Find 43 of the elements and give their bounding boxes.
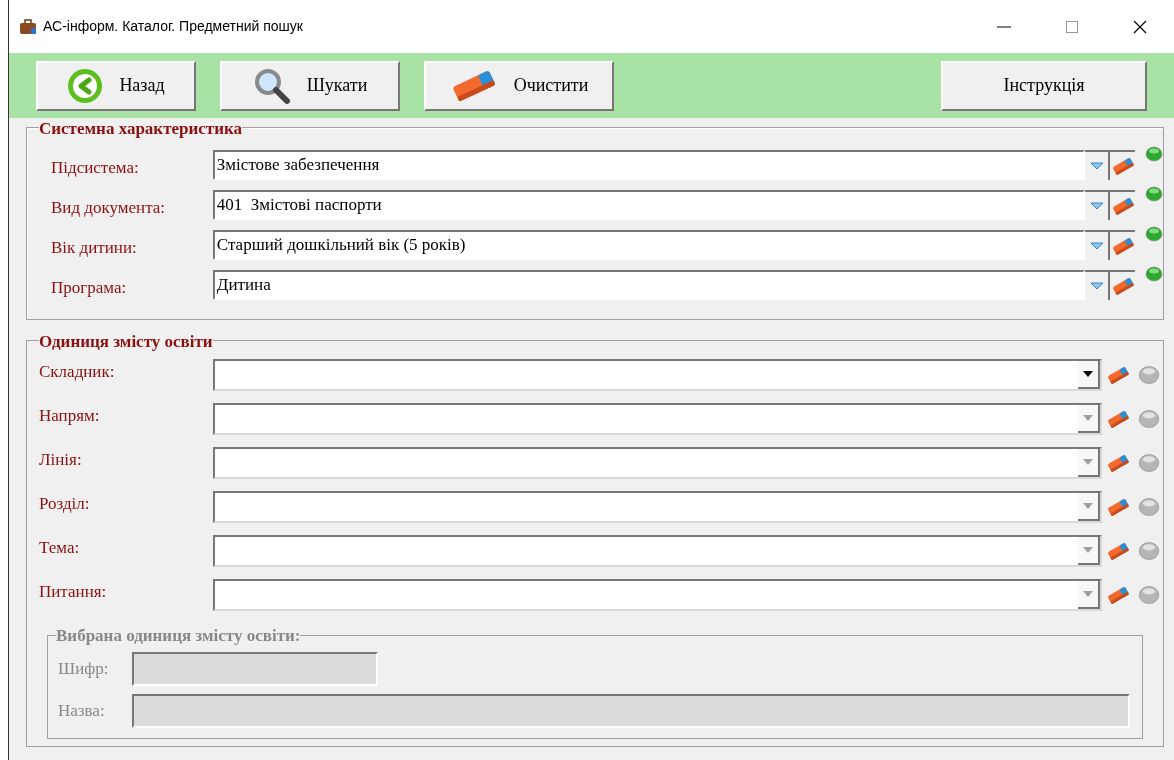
field-label: Лінія: [39, 449, 83, 471]
combo-box[interactable] [213, 403, 1102, 435]
toolbar-button[interactable]: Назад [36, 60, 196, 111]
caret-icon [1089, 202, 1104, 210]
field-label: Назва: [58, 700, 106, 723]
combo-box[interactable] [213, 447, 1102, 479]
dropdown-button[interactable] [1078, 361, 1100, 389]
combo-box[interactable]: Змістове забезпечення [212, 150, 1086, 180]
minimize-icon[interactable] [997, 25, 1011, 28]
caret-icon [1089, 282, 1104, 290]
caret-icon [1089, 242, 1104, 250]
caret-icon [1089, 162, 1104, 170]
section-title: Вибрана одиниця змісту освіти: [56, 626, 301, 646]
field-label: Складник: [39, 361, 116, 383]
combo-box[interactable] [213, 535, 1102, 567]
field-label: Напрям: [39, 405, 101, 427]
field-label: Підсистема: [51, 157, 140, 179]
combo-value: Старший дошкільний вік (5 років) [215, 234, 466, 257]
combo-box[interactable]: 401 Змістові паспорти [212, 190, 1086, 220]
field-label: Програма: [51, 277, 128, 299]
search-icon [252, 66, 291, 105]
maximize-icon[interactable] [1066, 20, 1078, 33]
field-label: Питання: [39, 581, 108, 603]
combo-value: Змістове забезпечення [215, 154, 380, 177]
toolbar-button[interactable]: Очистити [424, 60, 614, 111]
field-label: Розділ: [39, 493, 91, 515]
close-icon[interactable] [1133, 19, 1147, 34]
combo-box[interactable] [213, 491, 1102, 523]
field-label: Вид документа: [51, 197, 167, 219]
field-label: Вік дитини: [51, 237, 138, 259]
instructions-button[interactable]: Інструкція [941, 60, 1147, 111]
field-label: Шифр: [58, 658, 110, 681]
briefcase-icon [19, 18, 37, 35]
field-label: Тема: [39, 537, 81, 559]
combo-box[interactable] [213, 359, 1102, 391]
combo-value: 401 Змістові паспорти [215, 194, 382, 217]
combo-box[interactable]: Дитина [212, 270, 1086, 300]
combo-value: Дитина [215, 274, 271, 297]
combo-box[interactable]: Старший дошкільний вік (5 років) [212, 230, 1086, 260]
toolbar-button[interactable]: Шукати [220, 60, 400, 111]
combo-box[interactable] [213, 579, 1102, 611]
section-title: Одиниця змісту освіти [39, 332, 213, 352]
window-title: АС-інформ. Каталог. Предметний пошук [43, 17, 303, 36]
